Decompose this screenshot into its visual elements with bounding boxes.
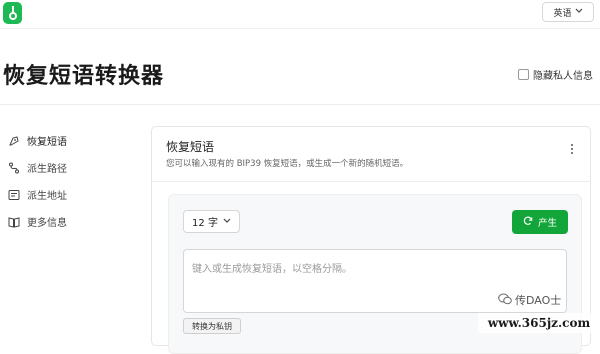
watermark-url: www.365jz.com	[478, 313, 600, 333]
more-dot-icon	[571, 144, 573, 146]
header-divider	[0, 28, 600, 29]
sidebar-item-label: 派生地址	[27, 191, 67, 202]
sidebar-item-derived-address[interactable]: 派生地址	[7, 181, 137, 208]
word-count-value: 12 字	[192, 218, 218, 229]
sidebar-item-derivation-path[interactable]: 派生路径	[7, 154, 137, 181]
language-label: 英语	[553, 8, 572, 19]
address-list-icon	[7, 188, 20, 201]
watermark-author-text: 传DAO士	[515, 294, 562, 307]
more-dot-icon	[571, 152, 573, 154]
sidebar-item-label: 恢复短语	[27, 137, 67, 148]
page-title: 恢复短语转换器	[3, 64, 165, 89]
sidebar-item-label: 派生路径	[27, 164, 67, 175]
route-icon	[7, 161, 20, 174]
book-icon	[7, 215, 20, 228]
sidebar-nav: 恢复短语 派生路径 派生地址 更多信息	[7, 127, 137, 235]
sidebar-item-more-info[interactable]: 更多信息	[7, 208, 137, 235]
card-title: 恢复短语	[166, 140, 215, 154]
sidebar-item-label: 更多信息	[27, 218, 67, 229]
hide-private-label: 隐藏私人信息	[533, 71, 593, 82]
convert-to-private-key-button[interactable]: 转换为私钥	[183, 318, 241, 334]
more-dot-icon	[571, 148, 573, 150]
watermark-author: 传DAO士	[498, 292, 561, 308]
chevron-down-icon	[575, 7, 583, 17]
generate-button[interactable]: 产生	[512, 210, 568, 234]
word-count-select[interactable]: 12 字	[183, 210, 240, 233]
sidebar-item-recovery-phrase[interactable]: 恢复短语	[7, 127, 137, 154]
pen-nib-icon	[7, 134, 20, 147]
wechat-icon	[498, 293, 512, 308]
chevron-down-icon	[223, 216, 231, 227]
card-divider	[152, 181, 590, 182]
generate-label: 产生	[537, 218, 557, 229]
title-divider	[0, 104, 600, 105]
app-logo-icon[interactable]	[3, 2, 22, 24]
refresh-icon	[523, 216, 533, 229]
more-options-button[interactable]	[567, 141, 577, 157]
card-description: 您可以输入现有的 BIP39 恢复短语，或生成一个新的随机短语。	[166, 159, 409, 169]
hide-private-toggle[interactable]: 隐藏私人信息	[518, 67, 593, 82]
language-select[interactable]: 英语	[542, 2, 594, 22]
hide-private-checkbox[interactable]	[518, 69, 529, 80]
